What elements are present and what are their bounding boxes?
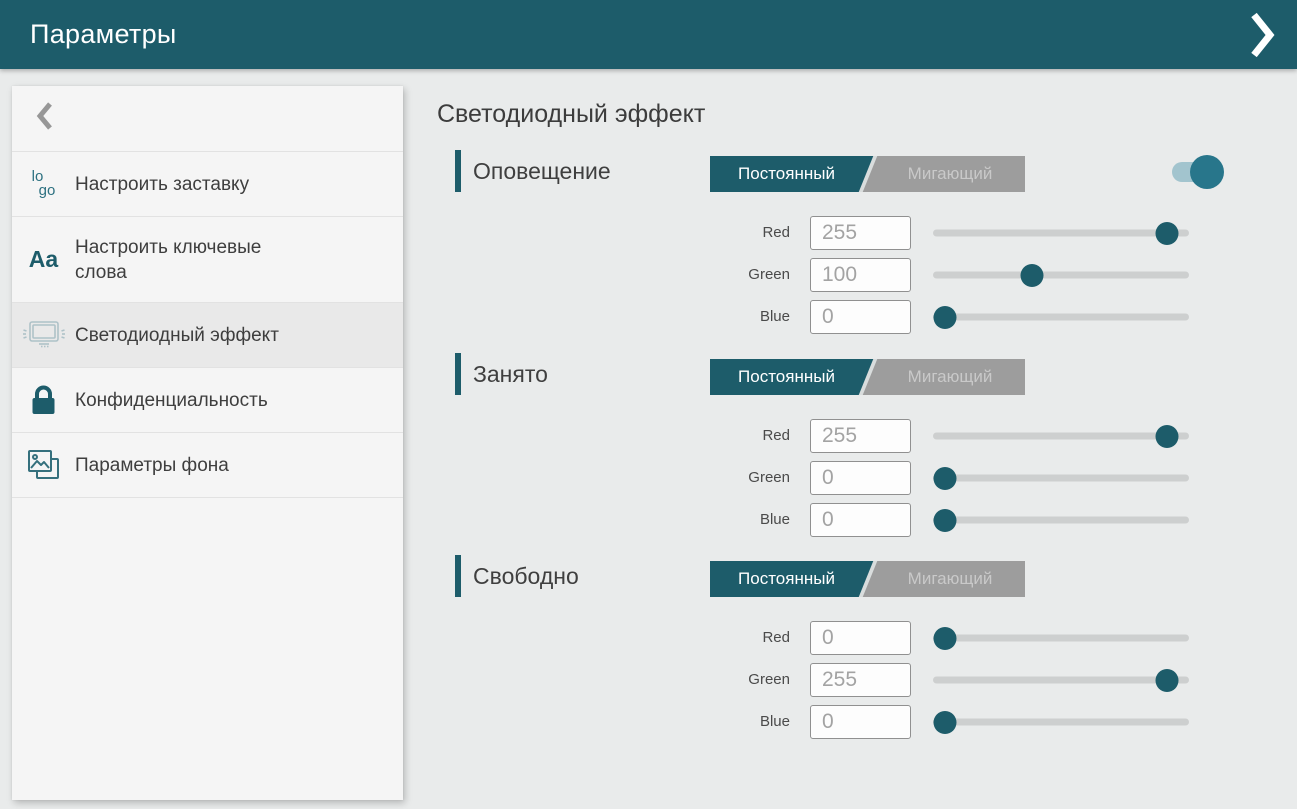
red-slider[interactable] — [933, 433, 1189, 440]
red-slider[interactable] — [933, 230, 1189, 237]
section-name: Занято — [473, 353, 548, 395]
channel-row-red: Red — [0, 621, 1297, 655]
channel-label: Blue — [690, 705, 790, 739]
channel-label: Red — [690, 621, 790, 655]
page-title: Параметры — [30, 19, 177, 50]
channel-label: Red — [690, 419, 790, 453]
green-slider[interactable] — [933, 272, 1189, 279]
section-alert: Оповещение Постоянный Мигающий Red Green… — [0, 150, 1297, 350]
blue-value-input[interactable] — [810, 705, 911, 739]
mode-blinking-button[interactable]: Мигающий — [875, 156, 1025, 192]
channel-row-green: Green — [0, 663, 1297, 697]
slider-thumb[interactable] — [1156, 222, 1179, 245]
channel-row-red: Red — [0, 216, 1297, 250]
mode-segmented-control: Постоянный Мигающий — [710, 359, 1025, 395]
channel-label: Blue — [690, 503, 790, 537]
channel-row-blue: Blue — [0, 300, 1297, 334]
blue-slider[interactable] — [933, 314, 1189, 321]
green-value-input[interactable] — [810, 461, 911, 495]
green-slider[interactable] — [933, 475, 1189, 482]
section-name: Свободно — [473, 555, 579, 597]
channel-row-blue: Blue — [0, 503, 1297, 537]
chevron-left-icon — [36, 101, 53, 136]
section-accent-bar — [455, 150, 461, 192]
slider-thumb[interactable] — [1156, 425, 1179, 448]
app-bar: Параметры — [0, 0, 1297, 69]
blue-slider[interactable] — [933, 517, 1189, 524]
blue-value-input[interactable] — [810, 503, 911, 537]
red-value-input[interactable] — [810, 419, 911, 453]
red-value-input[interactable] — [810, 216, 911, 250]
sidebar-collapse-button[interactable] — [12, 86, 403, 152]
toggle-knob — [1190, 155, 1224, 189]
mode-solid-button[interactable]: Постоянный — [710, 561, 875, 597]
green-value-input[interactable] — [810, 663, 911, 697]
section-free: Свободно Постоянный Мигающий Red Green B… — [0, 555, 1297, 755]
slider-thumb[interactable] — [934, 509, 957, 532]
blue-value-input[interactable] — [810, 300, 911, 334]
slider-thumb[interactable] — [934, 306, 957, 329]
channel-label: Blue — [690, 300, 790, 334]
slider-thumb[interactable] — [934, 711, 957, 734]
channel-label: Green — [690, 258, 790, 292]
mode-segmented-control: Постоянный Мигающий — [710, 561, 1025, 597]
mode-solid-button[interactable]: Постоянный — [710, 156, 875, 192]
section-accent-bar — [455, 555, 461, 597]
channel-label: Green — [690, 663, 790, 697]
channel-row-red: Red — [0, 419, 1297, 453]
slider-thumb[interactable] — [934, 467, 957, 490]
slider-thumb[interactable] — [934, 627, 957, 650]
blue-slider[interactable] — [933, 719, 1189, 726]
section-name: Оповещение — [473, 150, 611, 192]
chevron-right-icon[interactable] — [1245, 12, 1279, 58]
content-title: Светодиодный эффект — [437, 100, 705, 129]
green-slider[interactable] — [933, 677, 1189, 684]
channel-row-green: Green — [0, 258, 1297, 292]
section-busy: Занято Постоянный Мигающий Red Green Blu… — [0, 353, 1297, 553]
channel-row-blue: Blue — [0, 705, 1297, 739]
mode-solid-button[interactable]: Постоянный — [710, 359, 875, 395]
channel-label: Green — [690, 461, 790, 495]
mode-blinking-button[interactable]: Мигающий — [875, 359, 1025, 395]
mode-blinking-button[interactable]: Мигающий — [875, 561, 1025, 597]
green-value-input[interactable] — [810, 258, 911, 292]
channel-label: Red — [690, 216, 790, 250]
channel-row-green: Green — [0, 461, 1297, 495]
red-slider[interactable] — [933, 635, 1189, 642]
slider-thumb[interactable] — [1156, 669, 1179, 692]
alert-toggle-switch[interactable] — [1170, 150, 1232, 190]
section-accent-bar — [455, 353, 461, 395]
slider-thumb[interactable] — [1021, 264, 1044, 287]
red-value-input[interactable] — [810, 621, 911, 655]
mode-segmented-control: Постоянный Мигающий — [710, 156, 1025, 192]
